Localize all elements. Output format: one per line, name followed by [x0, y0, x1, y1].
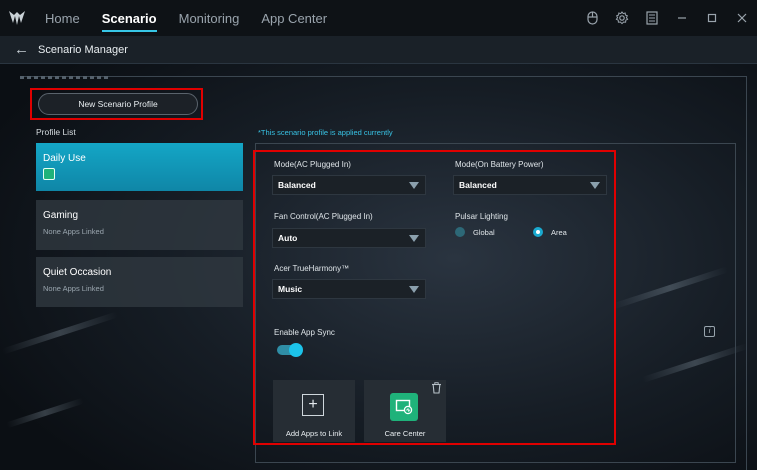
- tab-monitoring[interactable]: Monitoring: [168, 0, 251, 36]
- mode-battery-select[interactable]: Balanced: [453, 175, 607, 195]
- profile-name: Quiet Occasion: [43, 267, 112, 278]
- radio-label: Area: [551, 227, 567, 237]
- radio-dot: [533, 227, 543, 237]
- predator-logo-icon: [0, 0, 34, 36]
- maximize-icon[interactable]: [697, 0, 727, 36]
- trueharmony-value: Music: [278, 284, 303, 294]
- fan-control-label: Fan Control(AC Plugged In): [274, 212, 373, 221]
- add-apps-label: Add Apps to Link: [285, 429, 343, 438]
- mode-battery-label: Mode(On Battery Power): [455, 160, 544, 169]
- app-sync-label: Enable App Sync: [274, 328, 335, 337]
- applied-note: *This scenario profile is applied curren…: [258, 128, 393, 137]
- trueharmony-label: Acer TrueHarmony™: [274, 264, 350, 273]
- profile-apps-status: None Apps Linked: [43, 284, 104, 293]
- profile-name: Gaming: [43, 210, 79, 221]
- radio-dot: [455, 227, 465, 237]
- pulsar-global-radio[interactable]: Global: [455, 227, 495, 237]
- profile-item-daily-use[interactable]: Daily Use: [36, 143, 243, 191]
- mouse-icon[interactable]: [577, 0, 607, 36]
- profile-apps-status: None Apps Linked: [43, 227, 104, 236]
- notes-icon[interactable]: [637, 0, 667, 36]
- mode-battery-value: Balanced: [459, 180, 497, 190]
- mode-ac-select[interactable]: Balanced: [272, 175, 426, 195]
- pulsar-area-radio[interactable]: Area: [533, 227, 567, 237]
- minimize-icon[interactable]: [667, 0, 697, 36]
- add-apps-card[interactable]: + Add Apps to Link: [273, 380, 355, 442]
- chevron-down-icon: [590, 182, 600, 189]
- toggle-knob: [289, 343, 303, 357]
- tab-home[interactable]: Home: [34, 0, 91, 36]
- chevron-down-icon: [409, 286, 419, 293]
- profile-item-gaming[interactable]: Gaming None Apps Linked: [36, 200, 243, 250]
- info-icon[interactable]: i: [704, 326, 715, 337]
- fan-control-select[interactable]: Auto: [272, 228, 426, 248]
- app-sync-toggle[interactable]: [277, 343, 303, 357]
- chevron-down-icon: [409, 182, 419, 189]
- fan-control-value: Auto: [278, 233, 298, 243]
- trash-icon[interactable]: [431, 381, 442, 394]
- tab-app-center[interactable]: App Center: [250, 0, 338, 36]
- plus-icon: +: [302, 394, 324, 416]
- chevron-down-icon: [409, 235, 419, 242]
- settings-icon[interactable]: [607, 0, 637, 36]
- profile-item-quiet-occasion[interactable]: Quiet Occasion None Apps Linked: [36, 257, 243, 307]
- pulsar-lighting-label: Pulsar Lighting: [455, 212, 508, 221]
- frame-decoration: [20, 76, 110, 79]
- radio-label: Global: [473, 227, 495, 237]
- close-icon[interactable]: [727, 0, 757, 36]
- top-nav-bar: Home Scenario Monitoring App Center: [0, 0, 757, 36]
- mode-ac-value: Balanced: [278, 180, 316, 190]
- window-controls: [577, 0, 757, 36]
- linked-app-name: Care Center: [384, 429, 426, 438]
- profile-name: Daily Use: [43, 153, 86, 164]
- trueharmony-select[interactable]: Music: [272, 279, 426, 299]
- care-center-icon: [390, 393, 418, 421]
- tab-scenario[interactable]: Scenario: [91, 0, 168, 36]
- care-center-icon: [43, 168, 55, 180]
- new-scenario-profile-button[interactable]: New Scenario Profile: [38, 93, 198, 115]
- page-title: Scenario Manager: [38, 43, 128, 56]
- breadcrumb: ← Scenario Manager: [0, 36, 757, 64]
- mode-ac-label: Mode(AC Plugged In): [274, 160, 351, 169]
- profile-list-label: Profile List: [36, 127, 76, 137]
- back-arrow-icon[interactable]: ←: [14, 41, 34, 58]
